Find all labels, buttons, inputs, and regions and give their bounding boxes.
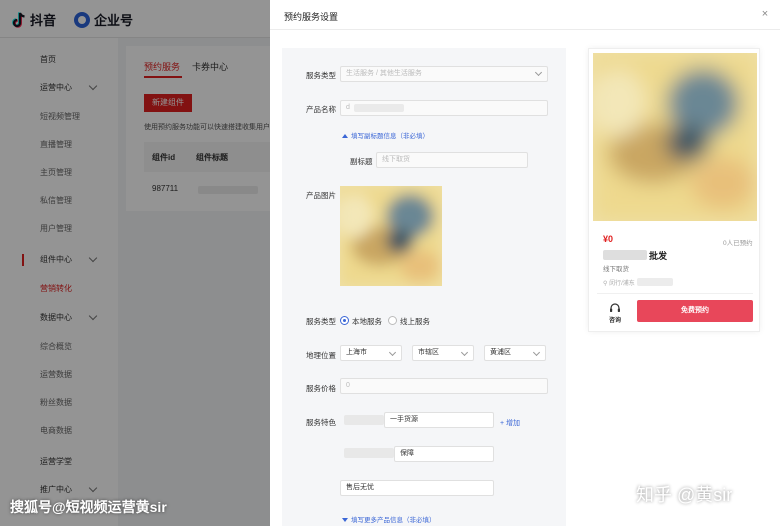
feature-input-1[interactable]: 一手货源 <box>384 412 494 428</box>
consult-button[interactable]: 咨询 <box>603 302 627 324</box>
radio-local-service[interactable] <box>340 316 349 325</box>
radio-online-service-label: 线上服务 <box>400 317 430 326</box>
service-type-label: 服务类型 <box>306 71 336 80</box>
price-input[interactable]: 0 <box>340 378 548 394</box>
watermark-sohu: 搜狐号@短视频运营黄sir <box>10 499 167 515</box>
radio-online-service[interactable] <box>388 316 397 325</box>
caret-down-icon <box>342 518 348 522</box>
product-image-label: 产品图片 <box>306 191 336 200</box>
subtitle-input[interactable]: 线下取货 <box>376 152 528 168</box>
preview-image-blurred <box>593 53 757 221</box>
subtitle-toggle-link[interactable]: 填写副标题信息（非必填） <box>342 130 429 140</box>
feature-input-3[interactable]: 售后无忧 <box>340 480 494 496</box>
feature-1-redacted <box>344 415 384 425</box>
caret-up-icon <box>342 134 348 138</box>
feature-2-redacted <box>344 448 394 458</box>
city-value: 市辖区 <box>418 349 439 356</box>
add-feature-link[interactable]: + 增加 <box>500 418 520 428</box>
headset-icon <box>610 303 620 312</box>
price-label: 服务价格 <box>306 384 336 393</box>
booking-preview-card: ¥0 0人已预约 批发 线下取货 ⚲ 闵行/浦东 咨询 免费预约 <box>588 48 760 332</box>
subtitle-toggle-text: 填写副标题信息（非必填） <box>351 133 429 140</box>
more-info-toggle-text: 填写更多产品信息（非必填） <box>351 517 436 524</box>
district-value: 黄浦区 <box>490 349 511 356</box>
booking-settings-drawer: 预约服务设置 × 服务类型 生活服务 / 其他生活服务 产品名称 d 填写副标题… <box>270 0 780 526</box>
drawer-title: 预约服务设置 <box>284 12 339 22</box>
product-image-blurred <box>340 186 442 286</box>
service-mode-label: 服务类型 <box>306 317 336 326</box>
subtitle-label: 副标题 <box>350 157 373 166</box>
province-value: 上海市 <box>346 349 367 356</box>
preview-divider <box>597 293 753 294</box>
free-booking-button[interactable]: 免费预约 <box>637 300 753 322</box>
preview-booked-count: 0人已预约 <box>723 240 753 247</box>
preview-price: ¥0 <box>603 234 614 244</box>
subtitle-value: 线下取货 <box>382 156 410 163</box>
more-info-toggle-link[interactable]: 填写更多产品信息（非必填） <box>342 514 436 524</box>
product-name-label: 产品名称 <box>306 105 336 114</box>
feature-value-2: 保障 <box>400 450 414 457</box>
feature-input-2[interactable]: 保障 <box>394 446 494 462</box>
consult-label: 咨询 <box>608 318 621 324</box>
settings-form: 服务类型 生活服务 / 其他生活服务 产品名称 d 填写副标题信息（非必填） 副… <box>282 48 566 526</box>
preview-address-redacted <box>637 278 673 286</box>
preview-title-redacted <box>603 250 647 260</box>
modal-backdrop[interactable] <box>0 0 270 526</box>
preview-subtitle: 线下取货 <box>603 266 629 273</box>
price-value: 0 <box>346 382 350 389</box>
features-label: 服务特色 <box>306 418 336 427</box>
preview-image <box>593 53 757 221</box>
service-type-select[interactable]: 生活服务 / 其他生活服务 <box>340 66 548 82</box>
product-name-value: d <box>346 104 350 111</box>
watermark-zhihu: 知乎 @黄sir <box>636 485 733 505</box>
preview-address-text: 闵行/浦东 <box>609 281 635 287</box>
feature-value-1: 一手货源 <box>390 416 418 423</box>
preview-address: ⚲ 闵行/浦东 <box>603 281 635 287</box>
product-name-redacted <box>354 104 404 112</box>
close-icon[interactable]: × <box>759 8 771 20</box>
preview-title: 批发 <box>649 251 668 261</box>
location-label: 地理位置 <box>306 351 336 360</box>
product-image-thumbnail[interactable] <box>340 186 442 286</box>
service-type-value: 生活服务 / 其他生活服务 <box>346 70 422 77</box>
feature-value-3: 售后无忧 <box>346 484 374 491</box>
drawer-header: 预约服务设置 × <box>270 0 780 30</box>
radio-local-service-label: 本地服务 <box>352 317 382 326</box>
